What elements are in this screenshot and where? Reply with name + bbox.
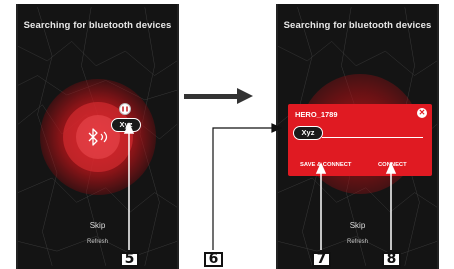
callout-leaders: [123, 122, 397, 250]
callout-8: 8: [382, 252, 401, 267]
callout-6: 6: [204, 252, 223, 267]
callout-5: 5: [120, 252, 139, 267]
callout-7: 7: [312, 252, 331, 267]
